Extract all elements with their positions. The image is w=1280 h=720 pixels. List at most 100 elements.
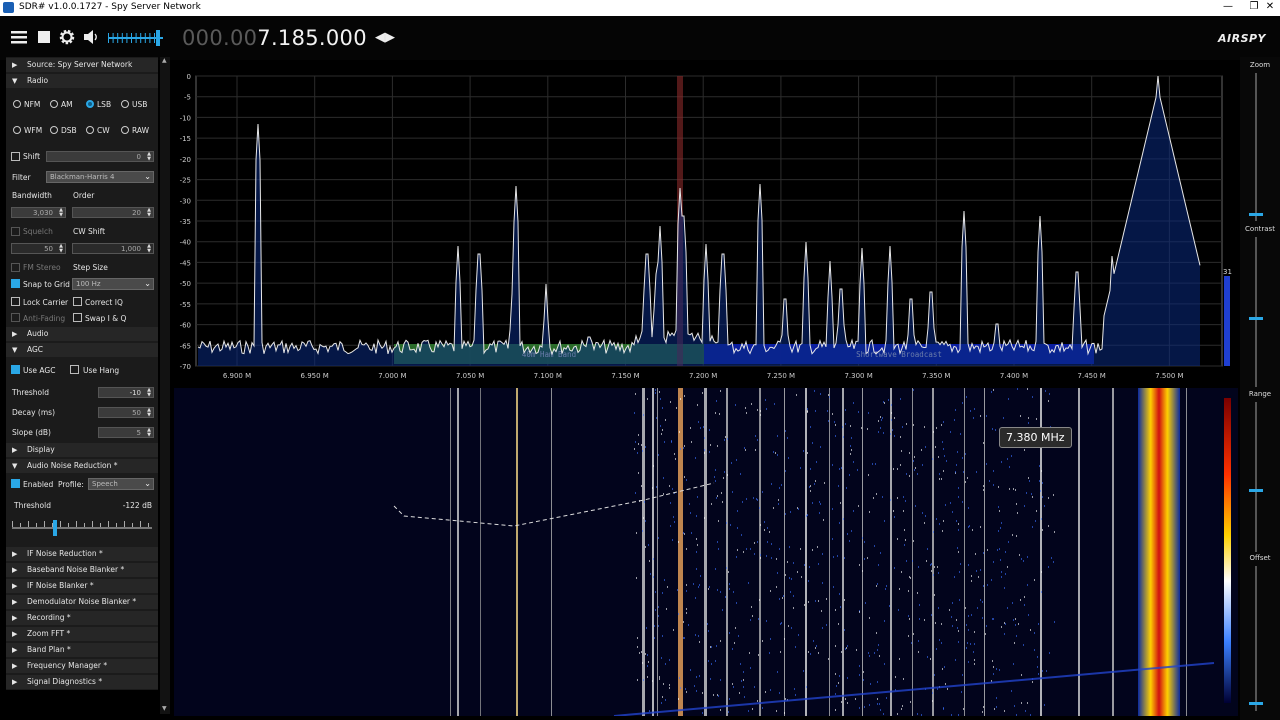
plugin-section-header[interactable]: ▶ Zoom FFT *: [6, 627, 158, 641]
shift-spinner[interactable]: ▲ ▼: [147, 152, 151, 162]
stop-icon[interactable]: [35, 28, 53, 46]
scroll-up-icon[interactable]: ▲: [162, 57, 167, 64]
offset-track[interactable]: [1255, 566, 1257, 711]
plugin-section-header[interactable]: ▶ Signal Diagnostics *: [6, 675, 158, 689]
decay-spinner[interactable]: ▲ ▼: [147, 408, 151, 418]
close-button[interactable]: ✕: [1260, 1, 1280, 12]
filter-select[interactable]: Blackman-Harris 4 ⌄: [46, 171, 154, 183]
order-input[interactable]: 20 ▲ ▼: [72, 207, 154, 218]
waterfall-speckle: [851, 530, 852, 532]
plugin-section-header[interactable]: ▶ Baseband Noise Blanker *: [6, 563, 158, 577]
anti-fading-checkbox[interactable]: [11, 313, 20, 322]
plugin-section-header[interactable]: ▶ IF Noise Blanker *: [6, 579, 158, 593]
waterfall-speckle: [1041, 470, 1042, 472]
spectrum-panel[interactable]: 0 -5 -10 -15 -20 -25 -30 -35 -40 -45 -50 -55 -60 -65 -…: [174, 62, 1238, 386]
waterfall-speckle: [913, 633, 914, 635]
mode-radio-lsb[interactable]: [86, 100, 94, 108]
slope-input[interactable]: 5 ▲ ▼: [98, 427, 154, 438]
waterfall-speckle: [655, 591, 656, 593]
fm-stereo-checkbox[interactable]: [11, 263, 20, 272]
shift-checkbox[interactable]: [11, 152, 20, 161]
bandwidth-spinner[interactable]: ▲ ▼: [59, 208, 63, 218]
agc-threshold-input[interactable]: -10 ▲ ▼: [98, 387, 154, 398]
squelch-spinner[interactable]: ▲ ▼: [59, 244, 63, 254]
decay-input[interactable]: 50 ▲ ▼: [98, 407, 154, 418]
order-spinner[interactable]: ▲ ▼: [147, 208, 151, 218]
waterfall-speckle: [749, 652, 750, 654]
mode-radio-usb[interactable]: [121, 100, 129, 108]
snap-to-grid-checkbox[interactable]: [11, 279, 20, 288]
plugin-section-header[interactable]: ▶ Demodulator Noise Blanker *: [6, 595, 158, 609]
range-slider-thumb[interactable]: [1249, 489, 1263, 492]
cw-shift-spinner[interactable]: ▲ ▼: [147, 244, 151, 254]
swap-iq-checkbox[interactable]: [73, 313, 82, 322]
waterfall-speckle: [1054, 531, 1055, 533]
waterfall-speckle: [653, 576, 654, 578]
plugin-section-header[interactable]: ▶ Band Plan *: [6, 643, 158, 657]
spectrum-plot[interactable]: 0 -5 -10 -15 -20 -25 -30 -35 -40 -45 -50 -55 -60 -65 -…: [174, 62, 1238, 386]
zoom-slider-thumb[interactable]: [1249, 213, 1263, 216]
anr-enabled-checkbox[interactable]: [11, 479, 20, 488]
anr-threshold-slider[interactable]: [12, 514, 152, 542]
waterfall-speckle: [808, 651, 809, 653]
waterfall-speckle: [683, 637, 684, 639]
waterfall-speckle: [725, 436, 726, 438]
contrast-track[interactable]: [1255, 237, 1257, 387]
frequency-step-arrows[interactable]: ◀▶: [375, 30, 395, 45]
waterfall-speckle: [1031, 493, 1032, 495]
plugin-section-header[interactable]: ▶ IF Noise Reduction *: [6, 547, 158, 561]
frequency-display[interactable]: 000.007.185.000: [182, 26, 367, 50]
offset-slider-thumb[interactable]: [1249, 702, 1263, 705]
plugin-section-header[interactable]: ▶ Recording *: [6, 611, 158, 625]
waterfall-speckle: [716, 497, 717, 499]
display-section-header[interactable]: ▶ Display: [6, 443, 158, 457]
bandwidth-input[interactable]: 3,030 ▲ ▼: [11, 207, 66, 218]
speaker-icon[interactable]: [82, 28, 100, 46]
radio-section-header[interactable]: ▼ Radio: [6, 74, 158, 88]
agc-threshold-spinner[interactable]: ▲ ▼: [147, 388, 151, 398]
mode-radio-nfm[interactable]: [13, 100, 21, 108]
contrast-slider-thumb[interactable]: [1249, 317, 1263, 320]
plugin-section-header[interactable]: ▶ Frequency Manager *: [6, 659, 158, 673]
audio-section-header[interactable]: ▶ Audio: [6, 327, 158, 341]
use-hang-checkbox[interactable]: [70, 365, 79, 374]
waterfall-speckle: [974, 659, 975, 661]
anr-slider-tick: [52, 523, 53, 527]
profile-select[interactable]: Speech ⌄: [88, 478, 154, 490]
waterfall-speckle: [804, 604, 805, 606]
range-track[interactable]: [1255, 402, 1257, 552]
menu-icon[interactable]: [10, 28, 28, 46]
mode-radio-am[interactable]: [50, 100, 58, 108]
mode-radio-raw[interactable]: [121, 126, 129, 134]
shift-input[interactable]: 0 ▲ ▼: [46, 151, 154, 162]
step-size-select[interactable]: 100 Hz ⌄: [72, 278, 154, 290]
volume-slider[interactable]: [108, 28, 166, 48]
lock-carrier-checkbox[interactable]: [11, 297, 20, 306]
toolbar: 000.007.185.000 ◀▶ AIRSPY: [0, 16, 1280, 60]
waterfall-speckle: [942, 668, 943, 670]
waterfall-speckle: [658, 537, 659, 539]
cw-shift-input[interactable]: 1,000 ▲ ▼: [72, 243, 154, 254]
zoom-track[interactable]: [1255, 73, 1257, 221]
squelch-input[interactable]: 50 ▲ ▼: [11, 243, 66, 254]
minimize-button[interactable]: —: [1218, 1, 1238, 12]
waterfall-display[interactable]: [174, 388, 1238, 717]
frequency-leading-digits[interactable]: 000.00: [182, 26, 257, 50]
frequency-value[interactable]: 7.185.000: [257, 26, 367, 50]
sidebar-scrollbar[interactable]: ▲ ▼: [160, 57, 170, 714]
source-section-header[interactable]: ▶ Source: Spy Server Network: [6, 58, 158, 72]
gear-icon[interactable]: [58, 28, 76, 46]
waterfall-speckle: [880, 709, 881, 711]
mode-radio-dsb[interactable]: [50, 126, 58, 134]
use-agc-checkbox[interactable]: [11, 365, 20, 374]
audio-noise-reduction-header[interactable]: ▼ Audio Noise Reduction *: [6, 459, 158, 473]
scroll-down-icon[interactable]: ▼: [162, 705, 167, 712]
squelch-checkbox[interactable]: [11, 227, 20, 236]
mode-radio-wfm[interactable]: [13, 126, 21, 134]
waterfall-panel[interactable]: 7.380 MHz: [174, 388, 1238, 717]
slope-spinner[interactable]: ▲ ▼: [147, 428, 151, 438]
correct-iq-checkbox[interactable]: [73, 297, 82, 306]
mode-radio-cw[interactable]: [86, 126, 94, 134]
waterfall-speckle: [941, 424, 942, 426]
agc-section-header[interactable]: ▼ AGC: [6, 343, 158, 357]
